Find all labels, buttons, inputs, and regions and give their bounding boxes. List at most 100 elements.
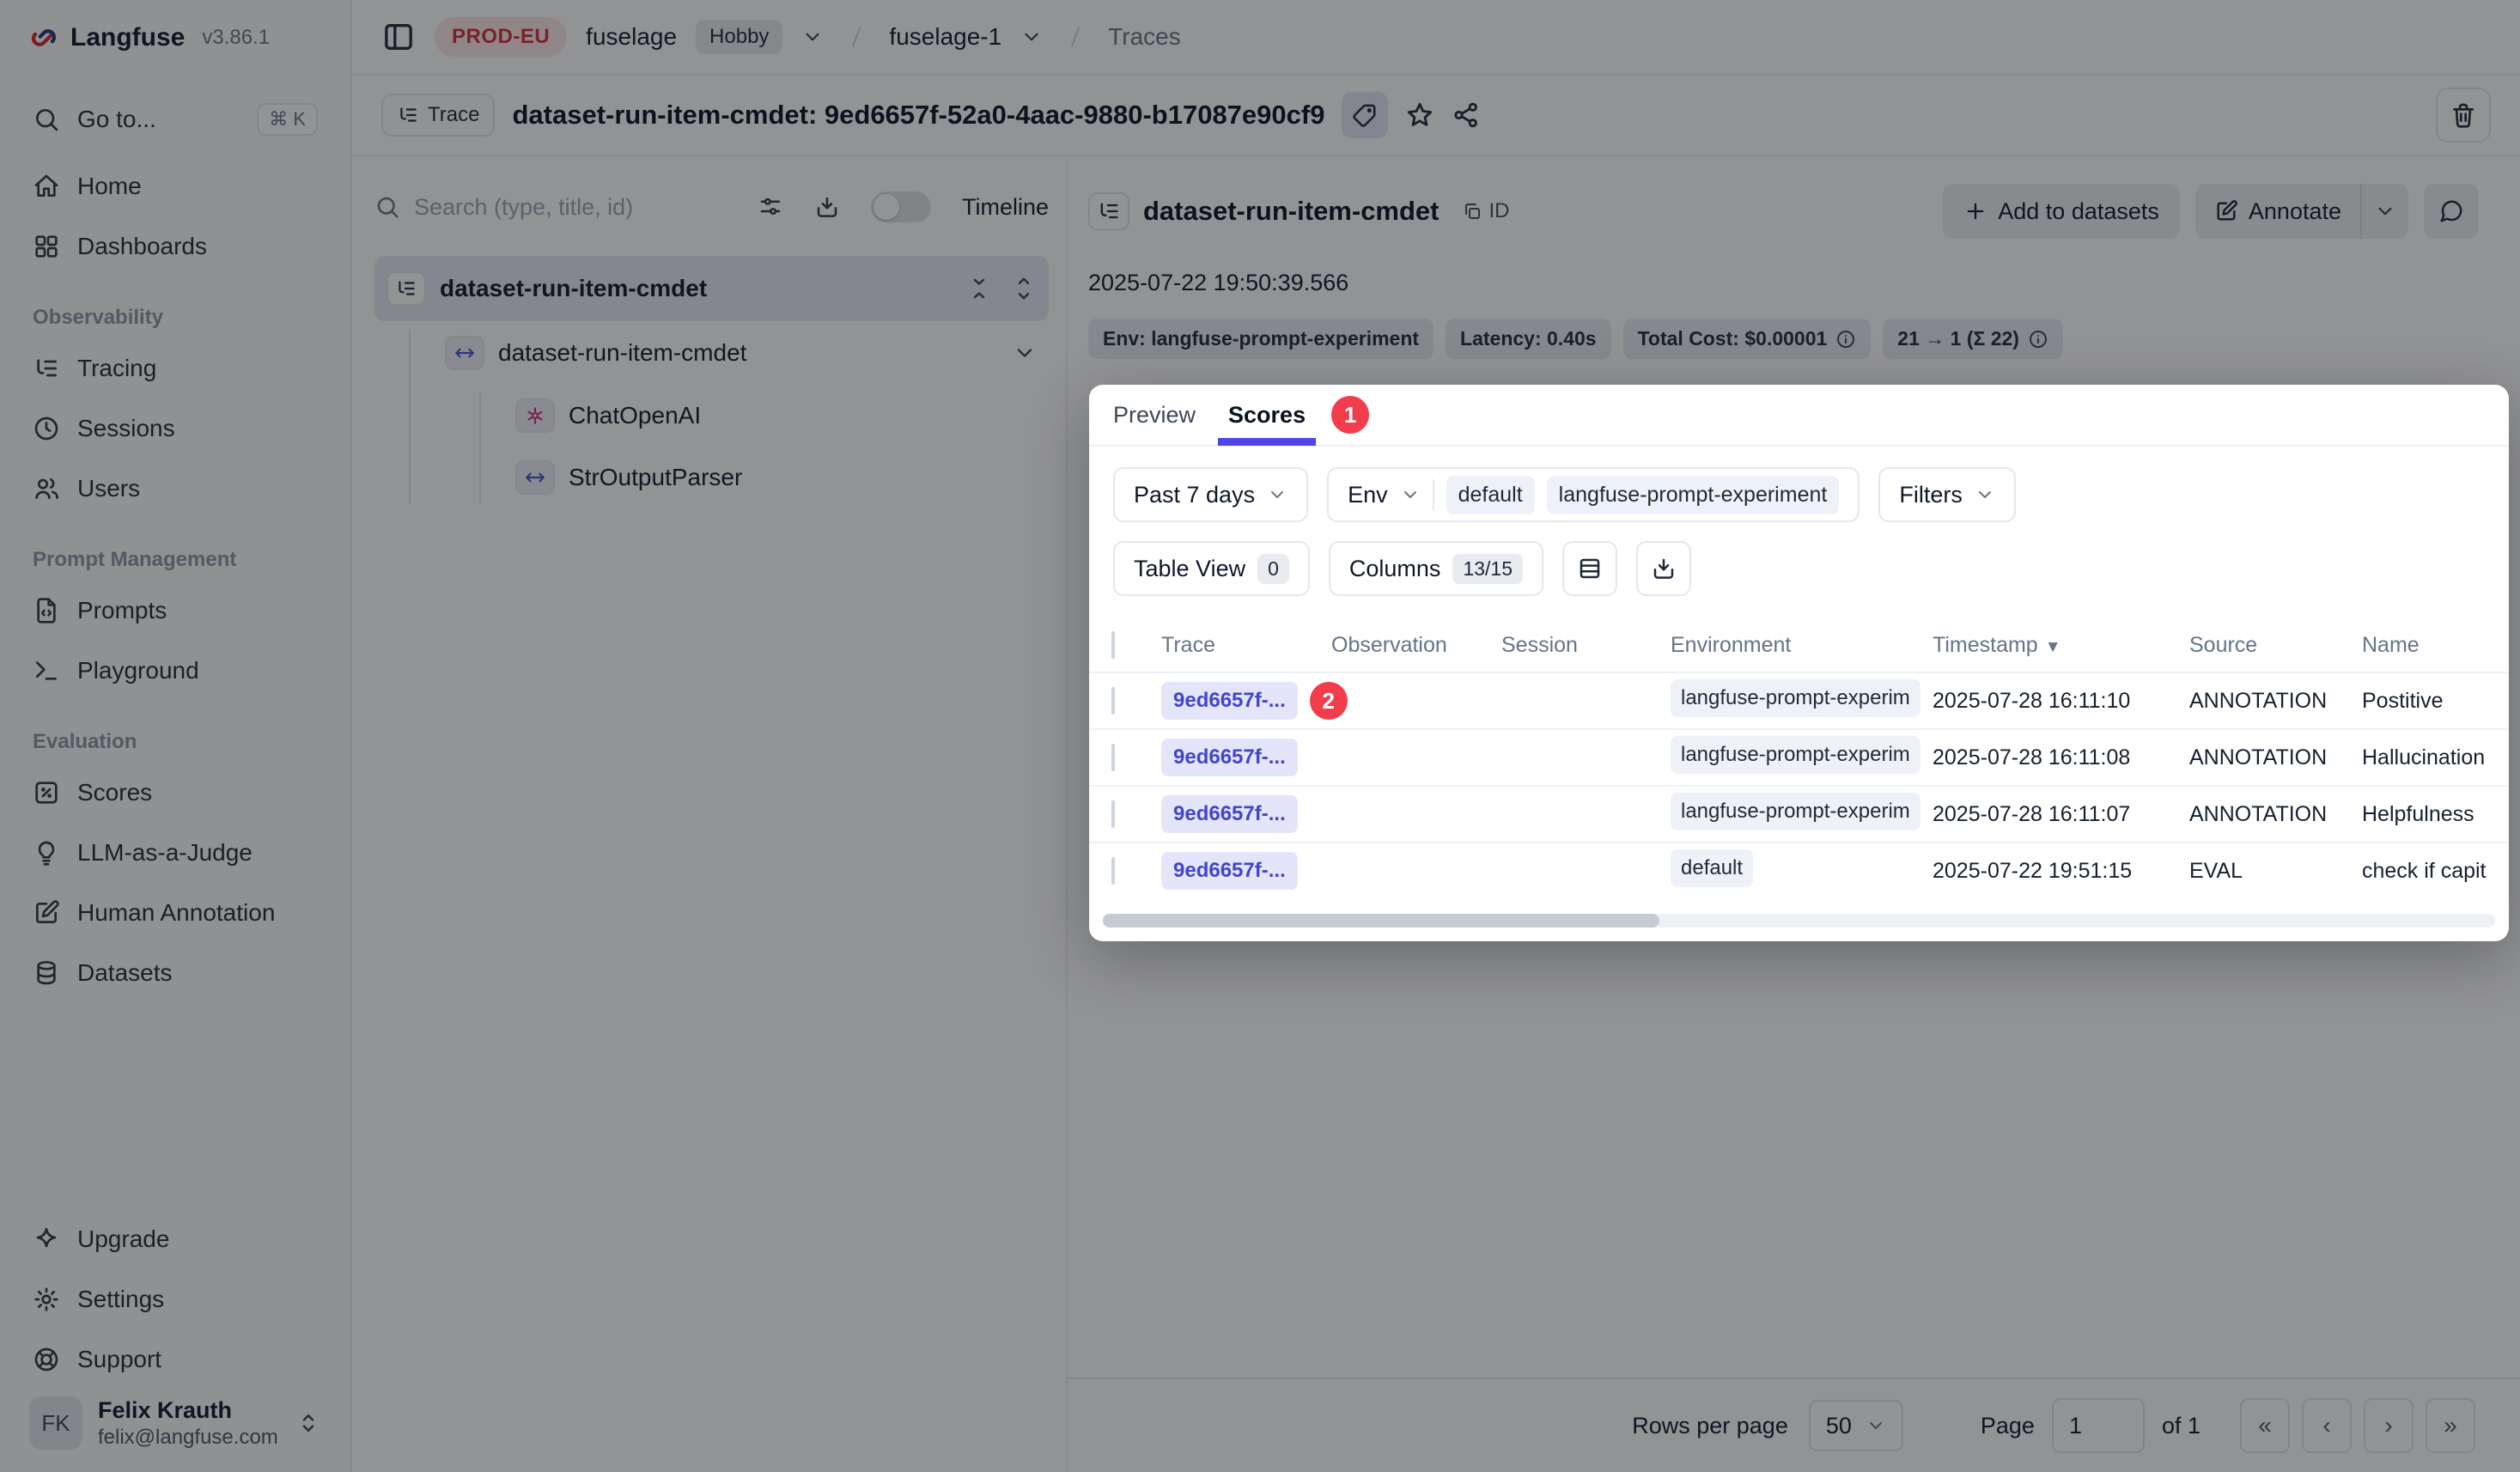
prev-page-button[interactable]: ‹ bbox=[2302, 1398, 2352, 1453]
chevron-down-icon[interactable] bbox=[1013, 341, 1037, 365]
trace-id-chip[interactable]: 9ed6657f-... bbox=[1161, 795, 1298, 833]
cost-badge-label: Total Cost: $0.00001 bbox=[1638, 327, 1828, 350]
page-input[interactable] bbox=[2052, 1398, 2145, 1453]
annotate-menu-button[interactable] bbox=[2362, 184, 2408, 239]
tab-preview[interactable]: Preview bbox=[1113, 385, 1196, 446]
scrollbar-thumb[interactable] bbox=[1103, 914, 1659, 928]
first-page-button[interactable]: « bbox=[2240, 1398, 2290, 1453]
chevron-down-icon[interactable] bbox=[801, 26, 824, 48]
user-email: felix@langfuse.com bbox=[98, 1426, 278, 1450]
fold-vertical-icon[interactable] bbox=[1011, 276, 1037, 301]
sidebar-item-llm-judge[interactable]: LLM-as-a-Judge bbox=[22, 823, 328, 883]
table-row[interactable]: 9ed6657f-... langfuse-prompt-experim 202… bbox=[1089, 785, 2509, 842]
sidebar-item-home[interactable]: Home bbox=[22, 156, 328, 216]
sidebar-item-label: Settings bbox=[77, 1286, 164, 1313]
columns-button[interactable]: Columns 13/15 bbox=[1329, 541, 1543, 596]
delete-trace-button[interactable] bbox=[2436, 88, 2491, 143]
sidebar-item-settings[interactable]: Settings bbox=[22, 1269, 328, 1329]
plus-icon bbox=[1963, 199, 1987, 223]
tree-search-input[interactable] bbox=[414, 194, 697, 221]
chevron-down-icon[interactable] bbox=[1020, 26, 1043, 48]
sidebar-item-upgrade[interactable]: Upgrade bbox=[22, 1209, 328, 1269]
breadcrumb-org[interactable]: fuselage bbox=[586, 23, 677, 51]
trace-id-chip[interactable]: 9ed6657f-... bbox=[1161, 739, 1298, 776]
env-filter-label: Env bbox=[1348, 482, 1388, 508]
row-checkbox[interactable] bbox=[1111, 687, 1115, 715]
row-height-button[interactable] bbox=[1562, 541, 1617, 596]
pagination-controls: Rows per page 50 Page of 1 « ‹ › bbox=[1632, 1398, 2475, 1453]
goto-search[interactable]: Go to... ⌘ K bbox=[22, 89, 328, 149]
tree-node-generation[interactable]: ChatOpenAI bbox=[515, 385, 1049, 447]
rows-per-page-select[interactable]: 50 bbox=[1809, 1400, 1903, 1451]
env-badge-label: Env: langfuse-prompt-experiment bbox=[1103, 327, 1419, 350]
table-row[interactable]: 9ed6657f-... langfuse-prompt-experim 202… bbox=[1089, 728, 2509, 785]
sidebar-item-dashboards[interactable]: Dashboards bbox=[22, 216, 328, 277]
sidebar-item-datasets[interactable]: Datasets bbox=[22, 943, 328, 1003]
tree-node-span[interactable]: StrOutputParser bbox=[515, 447, 1049, 508]
row-checkbox[interactable] bbox=[1111, 857, 1115, 885]
environment-chip: langfuse-prompt-experim bbox=[1671, 736, 1920, 774]
comments-button[interactable] bbox=[2424, 184, 2479, 239]
annotate-button[interactable]: Annotate bbox=[2195, 184, 2360, 239]
card-tabs: Preview Scores 1 bbox=[1089, 385, 2509, 447]
col-timestamp[interactable]: Timestamp▼ bbox=[1933, 633, 2189, 658]
user-menu[interactable]: FK Felix Krauth felix@langfuse.com bbox=[22, 1390, 328, 1450]
sidebar-item-sessions[interactable]: Sessions bbox=[22, 398, 328, 459]
trace-id-chip[interactable]: 9ed6657f-... bbox=[1161, 852, 1298, 890]
tree-node-span[interactable]: dataset-run-item-cmdet bbox=[445, 321, 1049, 385]
table-row[interactable]: 9ed6657f-... default 2025-07-22 19:51:15… bbox=[1089, 842, 2509, 898]
col-timestamp-label: Timestamp bbox=[1933, 633, 2038, 657]
table-row[interactable]: 9ed6657f-... 2 langfuse-prompt-experim 2… bbox=[1089, 672, 2509, 728]
columns-count: 13/15 bbox=[1452, 554, 1523, 584]
breadcrumb-project[interactable]: fuselage-1 bbox=[889, 23, 1001, 51]
sidebar-item-prompts[interactable]: Prompts bbox=[22, 581, 328, 641]
date-range-button[interactable]: Past 7 days bbox=[1113, 467, 1308, 522]
sidebar-item-label: Support bbox=[77, 1346, 161, 1373]
sidebar-item-label: Upgrade bbox=[77, 1226, 169, 1253]
tag-button[interactable] bbox=[1342, 92, 1388, 138]
sidebar-item-human-annotation[interactable]: Human Annotation bbox=[22, 883, 328, 943]
copy-id-button[interactable]: ID bbox=[1462, 199, 1510, 223]
sidebar-item-users[interactable]: Users bbox=[22, 459, 328, 519]
export-button[interactable] bbox=[1636, 541, 1691, 596]
col-name[interactable]: Name bbox=[2362, 633, 2487, 658]
download-icon[interactable] bbox=[814, 194, 840, 220]
env-chip-default: default bbox=[1446, 476, 1535, 514]
col-session[interactable]: Session bbox=[1501, 633, 1671, 658]
select-all-checkbox[interactable] bbox=[1111, 631, 1115, 659]
sidebar-item-support[interactable]: Support bbox=[22, 1329, 328, 1390]
horizontal-scrollbar[interactable] bbox=[1103, 914, 2495, 928]
last-page-button[interactable]: » bbox=[2426, 1398, 2475, 1453]
sidebar-item-scores[interactable]: Scores bbox=[22, 763, 328, 823]
table-view-button[interactable]: Table View 0 bbox=[1113, 541, 1310, 596]
col-environment[interactable]: Environment bbox=[1671, 633, 1933, 658]
panel-left-icon[interactable] bbox=[381, 20, 416, 54]
filters-button[interactable]: Filters bbox=[1878, 467, 2016, 522]
workspace: Timeline dataset-run-item-cmdet bbox=[352, 158, 2520, 1472]
trace-id-title: dataset-run-item-cmdet: 9ed6657f-52a0-4a… bbox=[512, 100, 1324, 131]
tab-scores[interactable]: Scores bbox=[1228, 385, 1306, 446]
col-trace[interactable]: Trace bbox=[1161, 633, 1331, 658]
star-button[interactable] bbox=[1405, 100, 1434, 130]
trace-id-chip[interactable]: 9ed6657f-... bbox=[1161, 682, 1298, 720]
tree-node-root[interactable]: dataset-run-item-cmdet bbox=[374, 256, 1049, 321]
col-observation[interactable]: Observation bbox=[1331, 633, 1501, 658]
env-chip-experiment: langfuse-prompt-experiment bbox=[1547, 476, 1840, 514]
chevron-down-icon bbox=[1866, 1415, 1886, 1436]
sidebar-item-label: Sessions bbox=[77, 415, 175, 442]
next-page-button[interactable]: › bbox=[2364, 1398, 2413, 1453]
row-checkbox[interactable] bbox=[1111, 744, 1115, 771]
add-to-datasets-button[interactable]: Add to datasets bbox=[1943, 184, 2180, 239]
sliders-icon[interactable] bbox=[758, 194, 783, 220]
rows-icon bbox=[1577, 556, 1603, 581]
env-filter-button[interactable]: Env default langfuse-prompt-experiment bbox=[1327, 467, 1860, 522]
col-source[interactable]: Source bbox=[2189, 633, 2362, 658]
sidebar-item-playground[interactable]: Playground bbox=[22, 641, 328, 701]
timeline-toggle[interactable] bbox=[871, 192, 931, 222]
unfold-vertical-icon[interactable] bbox=[966, 276, 992, 301]
sidebar-item-tracing[interactable]: Tracing bbox=[22, 338, 328, 398]
row-checkbox[interactable] bbox=[1111, 800, 1115, 828]
share-button[interactable] bbox=[1452, 100, 1481, 130]
trace-type-label: Trace bbox=[428, 103, 479, 127]
trace-meta-badges: Env: langfuse-prompt-experiment Latency:… bbox=[1088, 319, 2520, 359]
